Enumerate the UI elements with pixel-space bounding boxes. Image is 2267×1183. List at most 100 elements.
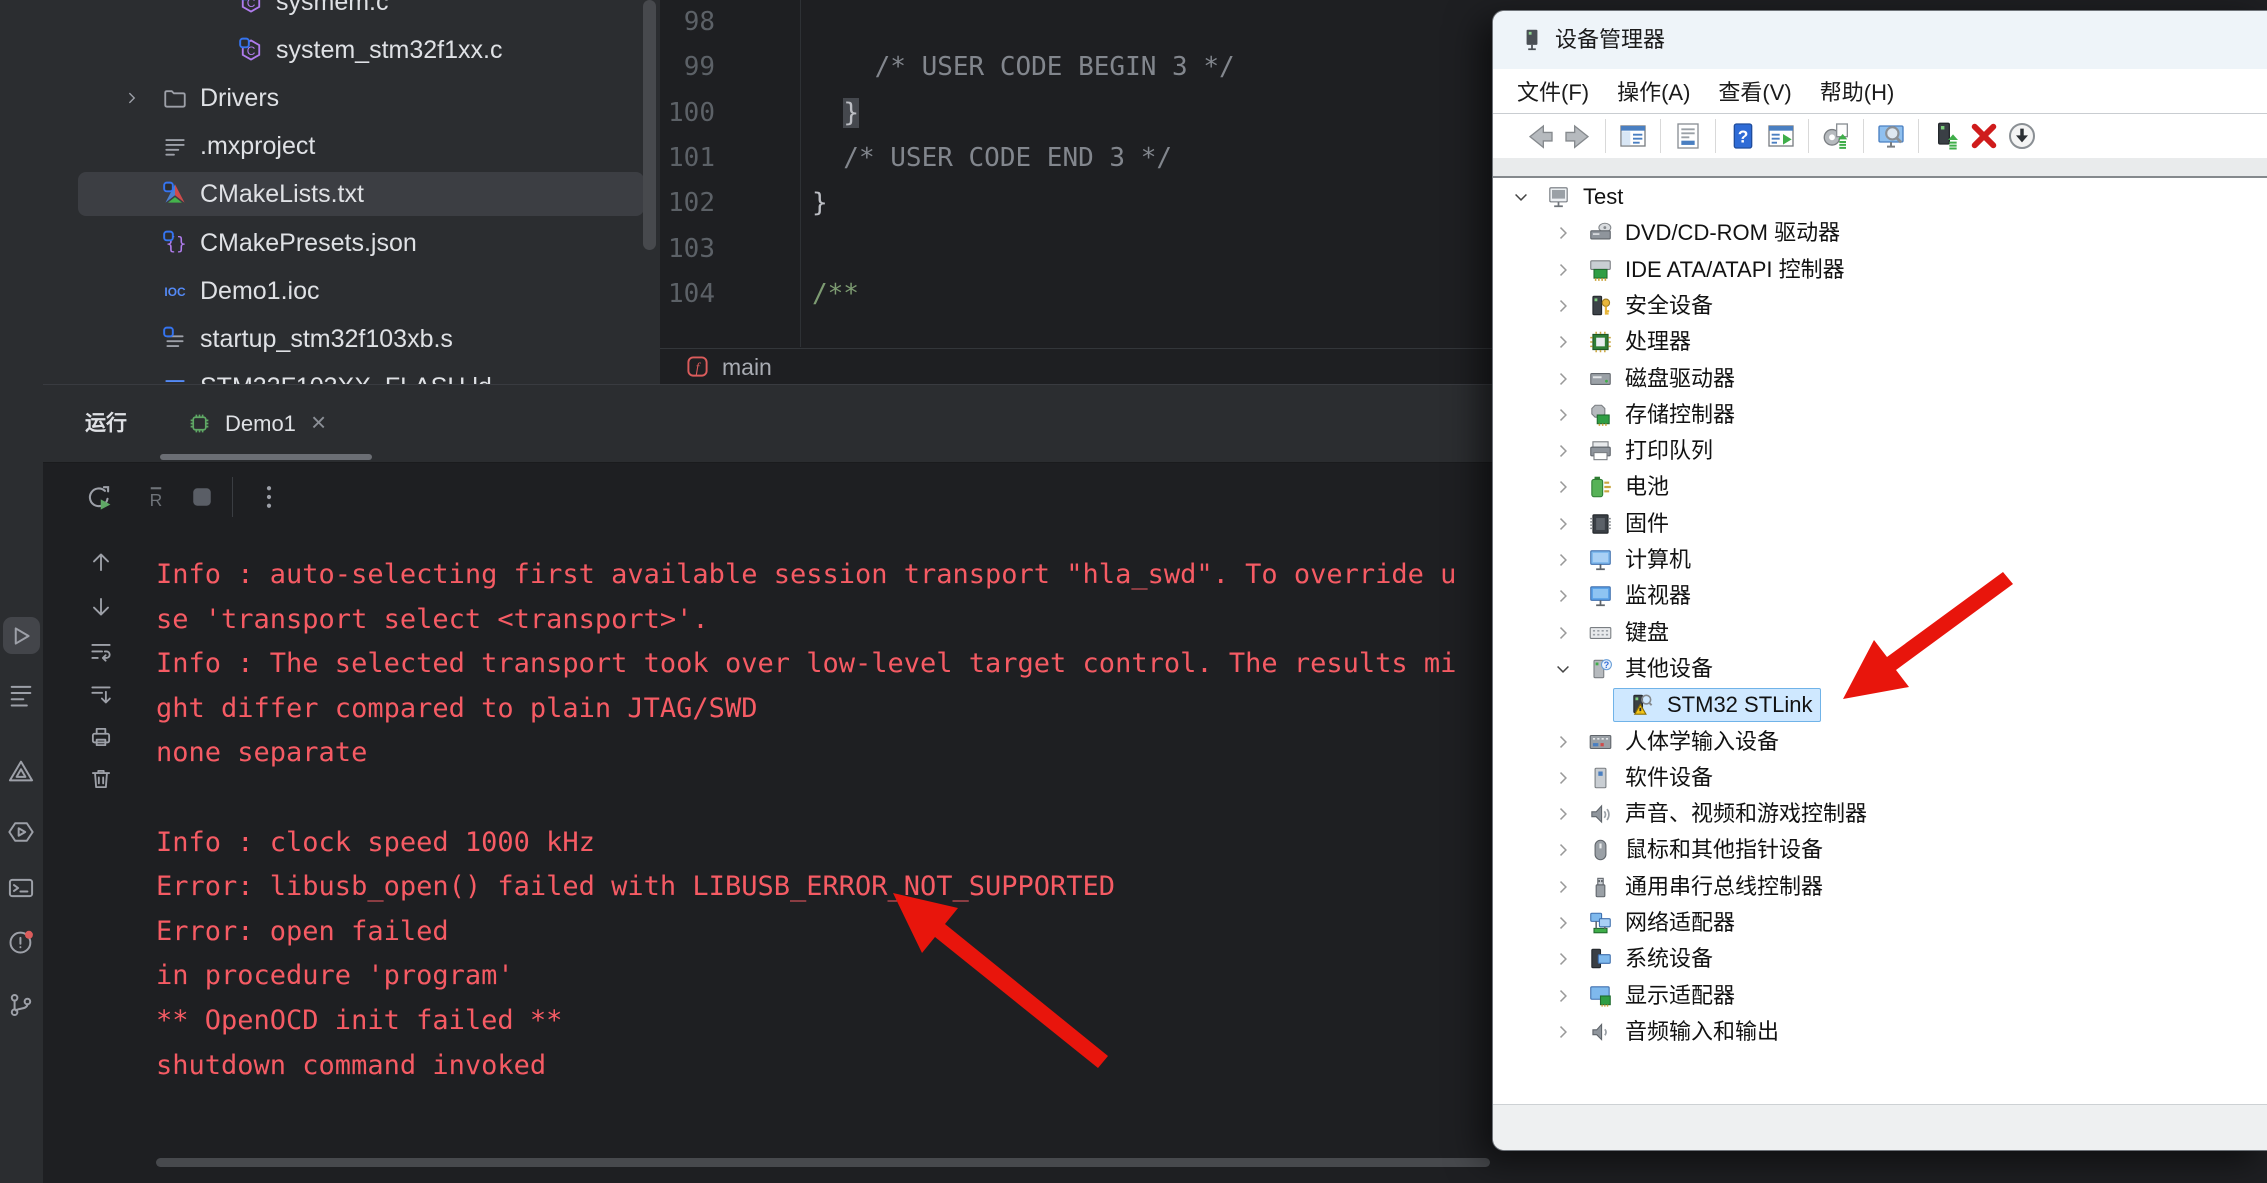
tab-close-icon[interactable]: × [311,385,326,460]
chevron-collapsed-icon[interactable] [1553,441,1573,461]
print-icon[interactable] [88,724,114,750]
device-row-11[interactable]: 监视器 [1493,578,2267,614]
device-row-18[interactable]: 鼠标和其他指针设备 [1493,832,2267,868]
uninstall-icon[interactable] [1968,120,2000,152]
device-row-20[interactable]: 网络适配器 [1493,905,2267,941]
device-row-23[interactable]: 音频输入和输出 [1493,1014,2267,1050]
chevron-collapsed-icon[interactable] [1553,223,1573,243]
console-horizontal-scrollbar[interactable] [156,1158,1490,1167]
tree-scrollbar-thumb[interactable] [643,0,656,250]
chevron-collapsed-icon[interactable] [1553,260,1573,280]
terminal-icon[interactable] [7,874,35,902]
breadcrumb-item[interactable]: main [722,349,772,385]
device-row-6[interactable]: 存储控制器 [1493,397,2267,433]
problems-icon[interactable] [7,757,35,785]
device-row-19[interactable]: 通用串行总线控制器 [1493,869,2267,905]
up-arrow-icon[interactable] [88,549,114,575]
back-icon[interactable] [1524,120,1556,152]
chevron-collapsed-icon[interactable] [1553,405,1573,425]
notifications-icon[interactable] [7,928,35,956]
device-row-7[interactable]: 打印队列 [1493,433,2267,469]
chevron-collapsed-icon[interactable] [1553,949,1573,969]
menu-item-v[interactable]: 查看(V) [1718,75,1791,107]
chevron-collapsed-icon[interactable] [1553,1022,1573,1042]
disable-icon[interactable] [2006,120,2038,152]
device-row-stm32-stlink[interactable]: STM32 STLink [1493,687,2267,723]
device-row-10[interactable]: 计算机 [1493,542,2267,578]
more-icon[interactable] [255,483,283,511]
device-row-12[interactable]: 键盘 [1493,615,2267,651]
menu-item-f[interactable]: 文件(F) [1517,75,1589,107]
code-editor[interactable]: 9899 /* USER CODE BEGIN 3 */100 }101 /* … [660,0,1492,347]
run-icon[interactable] [7,622,35,650]
forward-icon[interactable] [1562,120,1594,152]
device-row-15[interactable]: 人体学输入设备 [1493,724,2267,760]
editor-line[interactable]: 99 /* USER CODE BEGIN 3 */ [660,45,1492,90]
clear-icon[interactable] [88,766,114,792]
tree-item-stm32f103xx-flash-ld[interactable]: STM32F103XX_FLASH.ld [43,363,660,384]
editor-line[interactable]: 101 /* USER CODE END 3 */ [660,136,1492,181]
chevron-collapsed-icon[interactable] [1553,986,1573,1006]
device-manager-titlebar[interactable]: 设备管理器 [1493,11,2267,69]
console-output[interactable]: Info : auto-selecting first available se… [156,553,1456,1088]
soft-wrap-icon[interactable] [88,639,114,665]
device-row-13[interactable]: ?其他设备 [1493,651,2267,687]
chevron-collapsed-icon[interactable] [1553,732,1573,752]
chevron-collapsed-icon[interactable] [1553,477,1573,497]
panel-icon[interactable] [1617,120,1649,152]
down-arrow-icon[interactable] [88,594,114,620]
chevron-collapsed-icon[interactable] [1553,840,1573,860]
menu-item-h[interactable]: 帮助(H) [1820,75,1895,107]
chevron-collapsed-icon[interactable] [1553,623,1573,643]
rerun-attach-icon[interactable]: R [142,483,170,511]
tree-item-demo1-ioc[interactable]: IOCDemo1.ioc [43,267,660,315]
device-row-9[interactable]: 固件 [1493,506,2267,542]
scroll-end-icon[interactable] [88,682,114,708]
panel-play-icon[interactable] [1765,120,1797,152]
properties-icon[interactable] [1672,120,1704,152]
tree-item-system-stm32f1xx-c[interactable]: Csystem_stm32f1xx.c [43,26,660,74]
chevron-expanded-icon[interactable] [1511,187,1531,207]
chevron-collapsed-icon[interactable] [1553,332,1573,352]
device-row-0[interactable]: Test [1493,179,2267,215]
device-row-2[interactable]: IDE ATA/ATAPI 控制器 [1493,252,2267,288]
tree-item-cmakepresets-json[interactable]: {}CMakePresets.json [43,219,660,267]
editor-line[interactable]: 104/** [660,272,1492,317]
rerun-icon[interactable] [85,483,113,511]
structure-icon[interactable] [7,681,35,709]
device-row-5[interactable]: 磁盘驱动器 [1493,361,2267,397]
help-icon[interactable]: ? [1727,120,1759,152]
editor-line[interactable]: 100 } [660,91,1492,136]
services-icon[interactable] [7,818,35,846]
scan-hardware-icon[interactable] [1875,120,1907,152]
chevron-right-icon[interactable] [123,89,141,107]
chevron-collapsed-icon[interactable] [1553,768,1573,788]
chevron-collapsed-icon[interactable] [1553,369,1573,389]
chevron-collapsed-icon[interactable] [1553,514,1573,534]
tree-item-sysmem-c[interactable]: Csysmem.c [43,0,660,26]
device-row-3[interactable]: 安全设备 [1493,288,2267,324]
menu-item-a[interactable]: 操作(A) [1617,75,1690,107]
tree-item--mxproject[interactable]: .mxproject [43,122,660,170]
device-row-17[interactable]: 声音、视频和游戏控制器 [1493,796,2267,832]
tree-item-startup-stm32f103xb-s[interactable]: startup_stm32f103xb.s [43,315,660,363]
chevron-collapsed-icon[interactable] [1553,804,1573,824]
chevron-collapsed-icon[interactable] [1553,913,1573,933]
chevron-collapsed-icon[interactable] [1553,877,1573,897]
stop-icon[interactable] [188,483,216,511]
editor-line[interactable]: 98 [660,0,1492,45]
editor-line[interactable]: 102} [660,181,1492,226]
device-row-8[interactable]: 电池 [1493,469,2267,505]
tree-item-cmakelists-txt[interactable]: CMakeLists.txt [43,170,660,218]
device-row-22[interactable]: 显示适配器 [1493,978,2267,1014]
chevron-collapsed-icon[interactable] [1553,296,1573,316]
update-driver-icon[interactable] [1820,120,1852,152]
device-row-4[interactable]: 处理器 [1493,324,2267,360]
update-device-icon[interactable] [1930,120,1962,152]
device-row-1[interactable]: DVD/CD-ROM 驱动器 [1493,215,2267,251]
tree-item-drivers[interactable]: Drivers [43,74,660,122]
editor-line[interactable]: 103 [660,227,1492,272]
chevron-collapsed-icon[interactable] [1553,586,1573,606]
device-row-21[interactable]: 系统设备 [1493,941,2267,977]
git-branch-icon[interactable] [7,991,35,1019]
